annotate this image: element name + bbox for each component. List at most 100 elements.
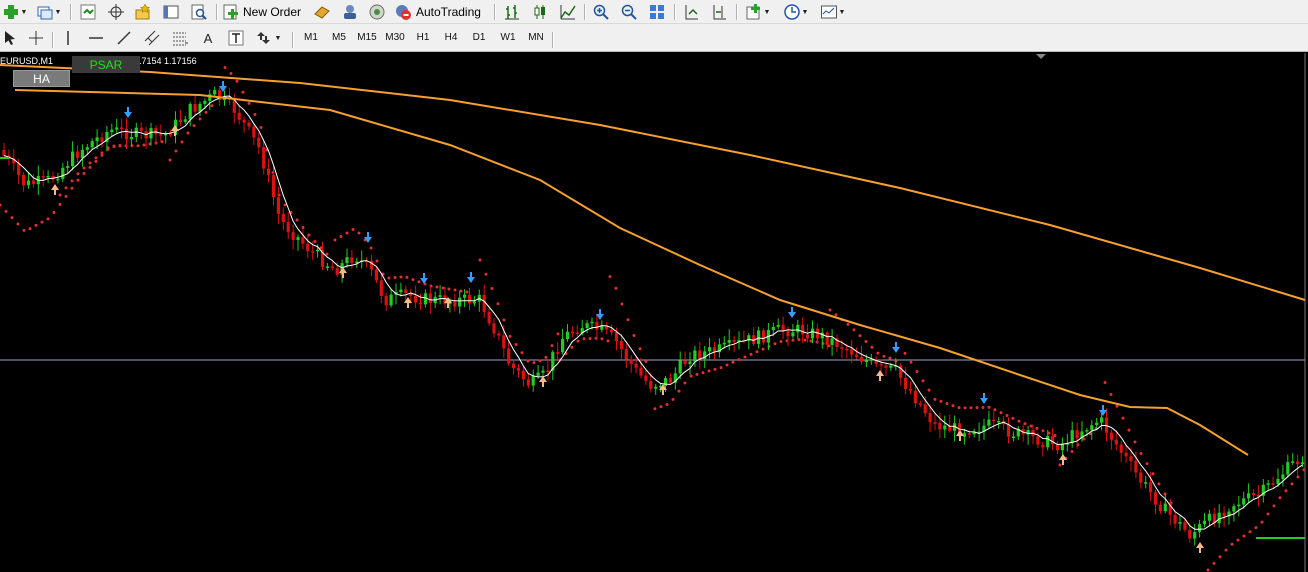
auto-scroll-icon <box>685 5 698 20</box>
psar-dot <box>399 275 403 279</box>
candle-body <box>26 180 31 186</box>
autotrading-button[interactable]: AutoTrading <box>395 2 487 22</box>
candle-body <box>1041 444 1045 448</box>
signal-icon <box>369 4 385 20</box>
timeframe-h1[interactable]: H1 <box>412 28 434 46</box>
metaeditor-button[interactable] <box>312 2 332 22</box>
psar-dot <box>136 144 140 148</box>
timeframe-m15[interactable]: M15 <box>355 28 379 46</box>
psar-dot <box>1284 489 1288 493</box>
text-tool-button[interactable]: A <box>198 28 218 48</box>
magnifier-doc-icon <box>191 4 207 20</box>
navigator-button[interactable] <box>133 2 153 22</box>
candle-body <box>884 365 888 368</box>
psar-dot <box>876 351 880 355</box>
psar-dot <box>241 90 245 94</box>
psar-dot <box>870 345 874 349</box>
profiles-button[interactable]: ▼ <box>34 2 64 22</box>
psar-dot <box>168 158 172 162</box>
arrows-button[interactable]: ▼ <box>254 28 284 48</box>
psar-dot <box>939 399 943 403</box>
timeframe-w1[interactable]: W1 <box>497 28 519 46</box>
market-watch-button[interactable] <box>78 2 98 22</box>
psar-dot <box>600 337 604 341</box>
new-chart-button[interactable]: ▼ <box>2 2 28 22</box>
price-chart[interactable] <box>0 53 1308 572</box>
auto-scroll-button[interactable] <box>681 2 701 22</box>
text-label-button[interactable] <box>226 28 246 48</box>
periods-button[interactable]: ▼ <box>781 2 811 22</box>
indicators-button[interactable]: ▼ <box>743 2 773 22</box>
psar-dot <box>632 334 636 337</box>
candle-body <box>879 363 883 366</box>
candle-body <box>1276 479 1280 485</box>
candle-body <box>639 367 643 376</box>
zoom-in-button[interactable] <box>591 2 611 22</box>
psar-dot <box>834 313 838 317</box>
candle-body <box>1251 493 1256 496</box>
timeframe-m1[interactable]: M1 <box>300 28 322 46</box>
psar-dot <box>713 367 717 371</box>
psar-dot <box>915 370 919 374</box>
candle-body <box>536 372 540 376</box>
timeframe-mn[interactable]: MN <box>524 28 548 46</box>
zoom-out-button[interactable] <box>619 2 639 22</box>
drawing-toolbar: A ▼ M1 M5 M15 M30 H1 H4 D1 W1 MN <box>0 24 1308 52</box>
candle-body <box>115 127 119 130</box>
candle-body <box>997 420 1001 423</box>
psar-dot <box>88 165 92 169</box>
horizontal-line-button[interactable] <box>86 28 106 48</box>
candle-body <box>1281 474 1285 480</box>
candlestick-button[interactable] <box>530 2 550 22</box>
terminal-button[interactable] <box>161 2 181 22</box>
indicators-icon <box>746 4 760 20</box>
community-button[interactable] <box>340 2 360 22</box>
candle-body <box>85 147 89 150</box>
candle-body <box>708 347 712 352</box>
tile-windows-button[interactable] <box>647 2 667 22</box>
crosshair-button[interactable] <box>106 2 126 22</box>
fibonacci-button[interactable] <box>170 28 190 48</box>
chart-background <box>0 53 1308 572</box>
timeframe-m5[interactable]: M5 <box>328 28 350 46</box>
candle-body <box>497 333 501 336</box>
candle-body <box>1100 417 1104 423</box>
psar-dot <box>313 240 317 243</box>
psar-dot <box>1070 450 1074 453</box>
cursor-tool-button[interactable] <box>0 28 20 48</box>
candle-body <box>203 100 207 104</box>
chart-shift-button[interactable] <box>709 2 729 22</box>
vertical-line-button[interactable] <box>58 28 78 48</box>
trendline-icon <box>117 31 131 45</box>
psar-dot <box>58 193 62 197</box>
new-order-button[interactable]: New Order <box>223 2 305 22</box>
psar-dot <box>76 178 80 182</box>
candle-body <box>904 377 908 389</box>
psar-dot <box>981 405 985 409</box>
candle-body <box>1271 483 1275 485</box>
autotrading-icon <box>396 5 411 20</box>
psar-dot <box>465 290 469 294</box>
candle-body <box>649 380 653 389</box>
candle-body <box>56 178 60 181</box>
candle-body <box>281 213 285 223</box>
crosshair-tool-button[interactable] <box>26 28 46 48</box>
timeframe-d1[interactable]: D1 <box>468 28 490 46</box>
trendline-button[interactable] <box>114 28 134 48</box>
strategy-tester-button[interactable] <box>189 2 209 22</box>
line-chart-button[interactable] <box>558 2 578 22</box>
candle-body <box>237 112 241 120</box>
signals-button[interactable] <box>367 2 387 22</box>
bar-chart-button[interactable] <box>502 2 522 22</box>
equidistant-channel-button[interactable] <box>142 28 162 48</box>
candle-body <box>71 151 75 167</box>
timeframe-m30[interactable]: M30 <box>383 28 407 46</box>
timeframe-h4[interactable]: H4 <box>440 28 462 46</box>
candle-body <box>845 348 849 351</box>
psar-button[interactable]: PSAR <box>72 56 140 73</box>
psar-dot <box>52 210 56 214</box>
candle-body <box>556 352 560 354</box>
templates-button[interactable]: ▼ <box>817 2 849 22</box>
psar-dot <box>1296 475 1300 479</box>
ha-button[interactable]: HA <box>13 70 70 87</box>
